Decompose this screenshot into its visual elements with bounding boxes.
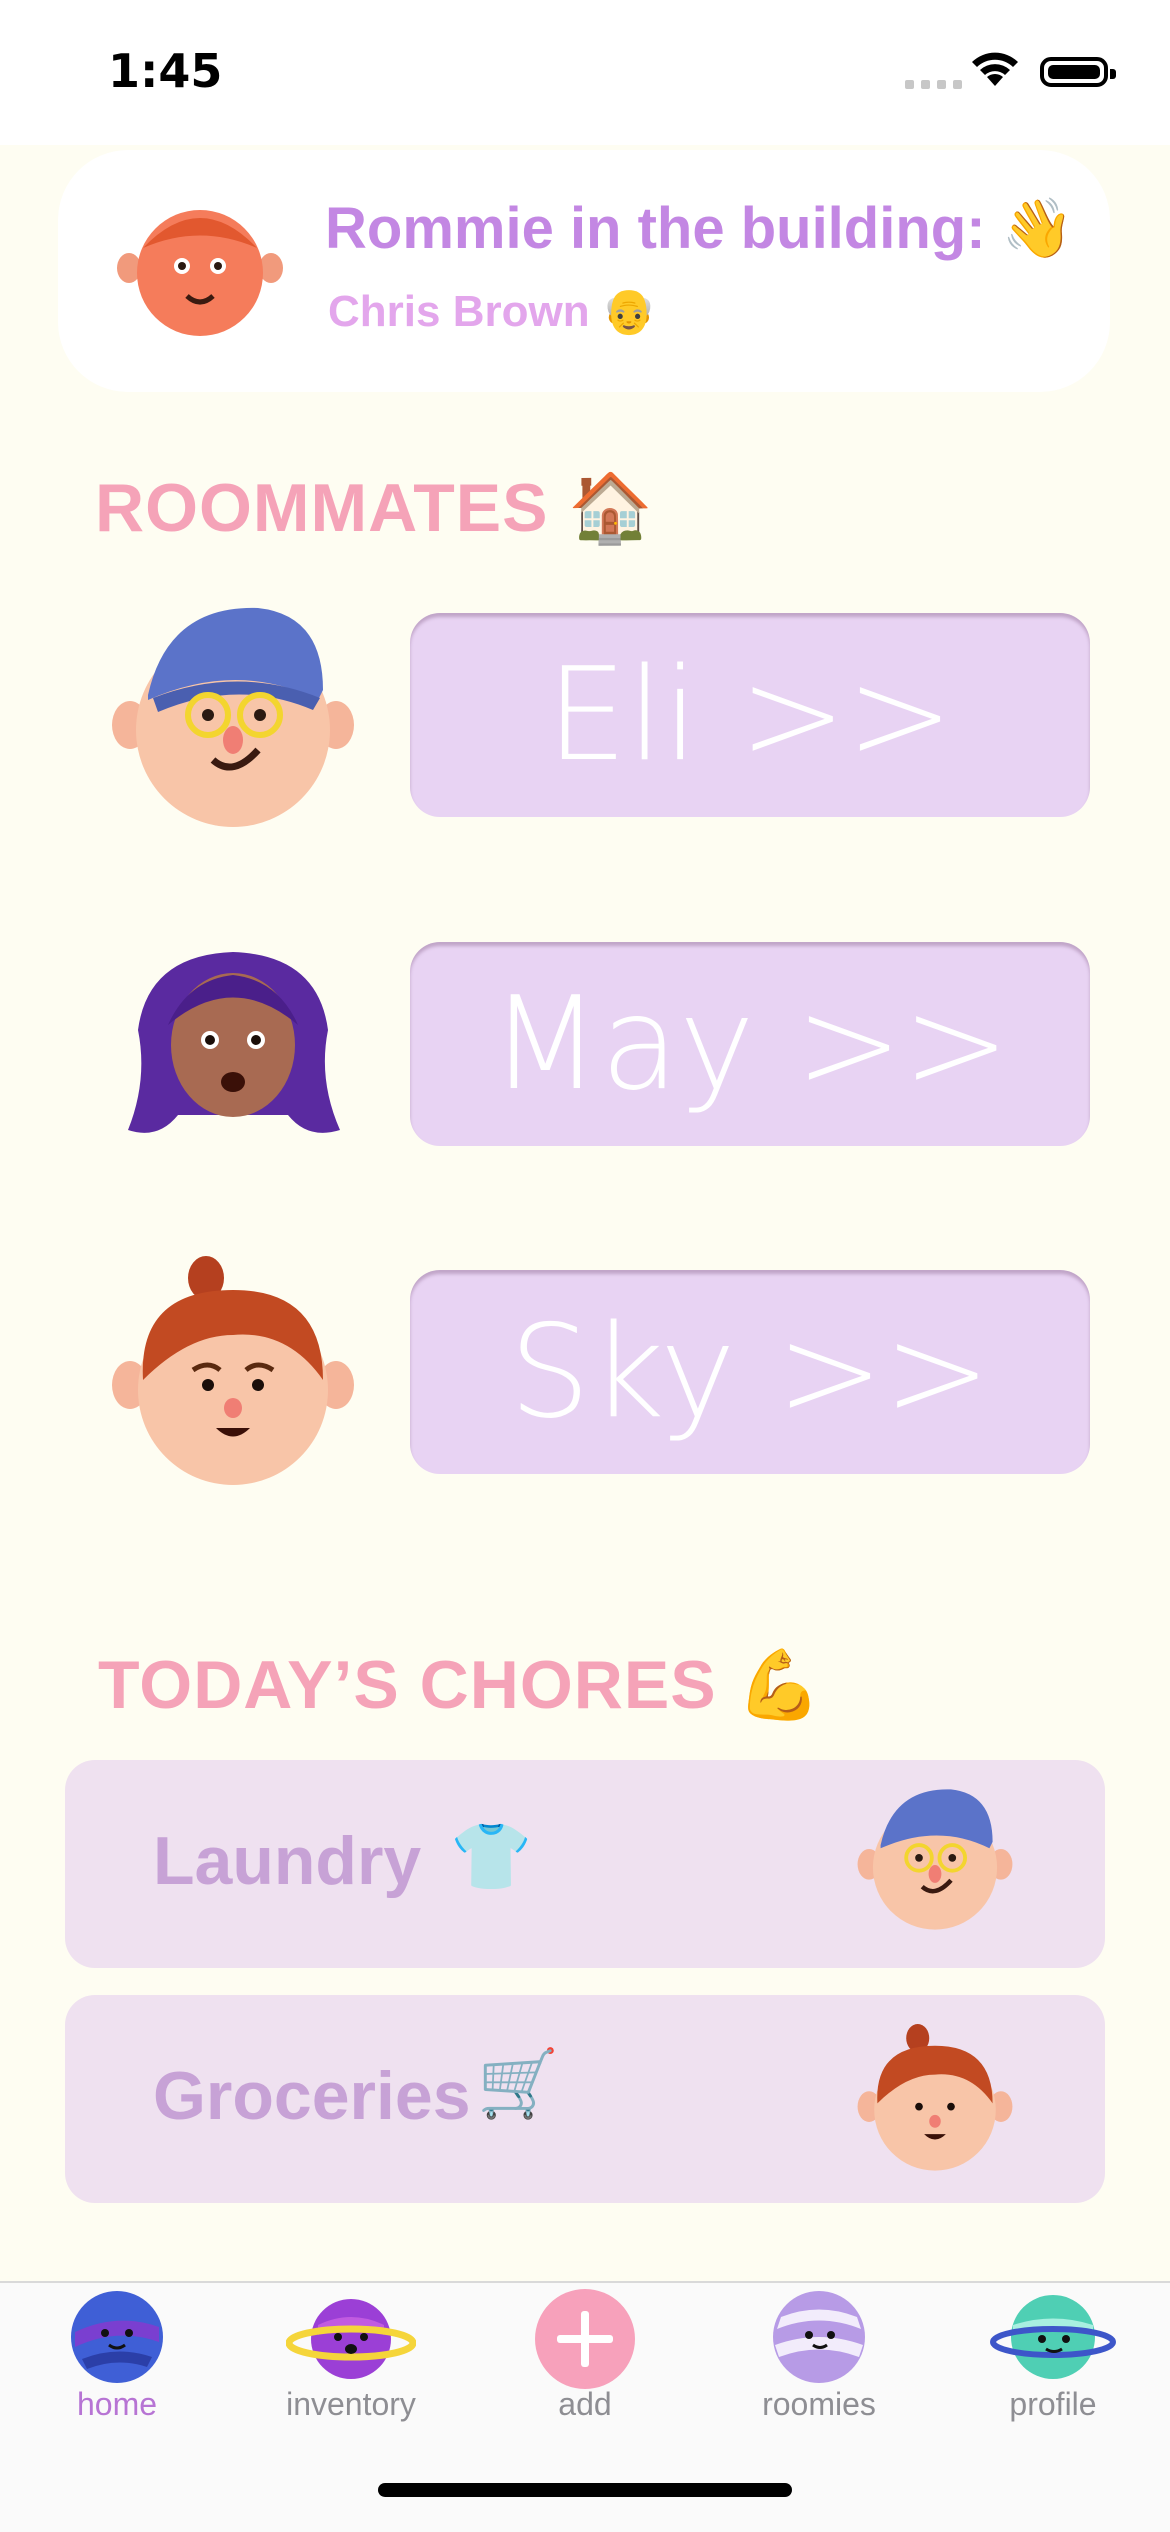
roommates-heading: ROOMMATES 🏠 <box>95 470 655 546</box>
may-avatar <box>128 952 340 1133</box>
sky-avatar <box>112 1256 354 1485</box>
tab-profile[interactable]: profile <box>936 2283 1170 2443</box>
planet-blue-icon <box>71 2291 163 2383</box>
plus-icon <box>535 2289 635 2389</box>
planet-teal-icon <box>990 2295 1116 2379</box>
status-time: 1:45 <box>108 44 223 98</box>
planet-striped-icon <box>773 2291 865 2383</box>
laundry-assignee-avatar <box>857 1789 1013 1930</box>
status-bar: 1:45 <box>0 0 1170 145</box>
tab-label: inventory <box>286 2386 416 2422</box>
eli-avatar <box>112 607 354 827</box>
chore-row-laundry[interactable]: Laundry 👕 <box>65 1760 1105 1968</box>
home-indicator[interactable] <box>378 2483 792 2497</box>
tab-label: roomies <box>762 2386 876 2422</box>
roommate-button-may[interactable]: May >> <box>410 942 1090 1146</box>
banner-title: Rommie in the building: 👋 <box>325 196 1074 261</box>
tab-inventory[interactable]: inventory <box>234 2283 468 2443</box>
tab-add[interactable]: add <box>468 2283 702 2443</box>
banner-subtitle: Chris Brown 👴 <box>328 287 657 336</box>
chores-heading: TODAY’S CHORES 💪 <box>98 1647 823 1723</box>
roommate-button-sky[interactable]: Sky >> <box>410 1270 1090 1474</box>
chore-label: Groceries <box>153 2058 471 2134</box>
cellular-signal-icon <box>905 80 962 89</box>
tab-label: profile <box>1009 2386 1097 2422</box>
groceries-assignee-avatar <box>857 2024 1013 2171</box>
roommate-button-eli[interactable]: Eli >> <box>410 613 1090 817</box>
tab-label: home <box>76 2386 158 2422</box>
chore-row-groceries[interactable]: Groceries 🛒 <box>65 1995 1105 2203</box>
shirt-icon: 👕 <box>450 1819 533 1893</box>
tab-home[interactable]: home <box>0 2283 234 2443</box>
planet-ring-icon <box>286 2299 416 2379</box>
chris-brown-avatar <box>117 210 283 336</box>
tab-roomies[interactable]: roomies <box>702 2283 936 2443</box>
battery-icon <box>1040 57 1116 87</box>
wifi-icon <box>972 52 1018 86</box>
chore-label: Laundry <box>153 1823 422 1899</box>
tab-label: add <box>558 2386 612 2422</box>
shopping-cart-icon: 🛒 <box>477 2046 560 2120</box>
